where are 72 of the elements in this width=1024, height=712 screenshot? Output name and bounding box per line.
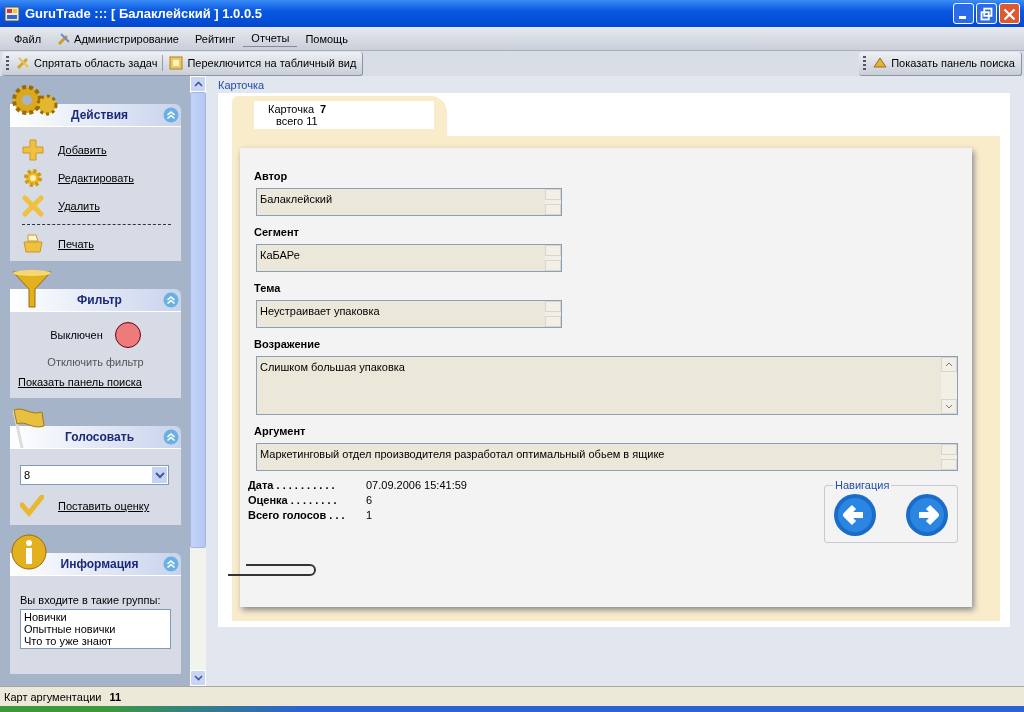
collapse-button[interactable] [163, 292, 179, 308]
toolbar-button[interactable]: Спрятать область задач [13, 53, 160, 73]
tools-icon [15, 55, 31, 71]
filter-status: Выключен [50, 329, 103, 341]
previous-button[interactable] [833, 493, 877, 537]
text-field[interactable]: Маркетинговый отдел производителя разработал оптимальный обьем в ящике [256, 443, 958, 471]
group-item: Опытные новички [24, 623, 117, 635]
rating-dropdown[interactable]: 8 [20, 465, 169, 485]
text-field[interactable]: КаБАРе [256, 244, 562, 272]
scroll-up-icon [193, 81, 203, 87]
toolbar-button[interactable]: Переключится на табличный вид [166, 53, 359, 73]
section-label: Карточка [218, 79, 266, 93]
stat-value: 07.09.2006 15:41:59 [366, 479, 467, 491]
navigation-label: Навигация [834, 479, 891, 491]
minimize-icon [959, 16, 966, 19]
scroll-down-icon [945, 404, 953, 409]
status-label: Карт аргументации [4, 690, 102, 703]
field-label: Автор [254, 170, 289, 182]
menu-item[interactable]: Рейтинг [186, 30, 244, 47]
minimize-button[interactable] [953, 3, 974, 24]
stat-value: 6 [366, 494, 373, 506]
stat-label: Всего голосов . . . [248, 509, 346, 521]
action-link[interactable]: Редактировать [58, 172, 134, 184]
card-total: всего 11 [275, 115, 319, 127]
stat-value: 1 [366, 509, 373, 521]
field-label: Возражение [254, 338, 322, 350]
scroll-up-icon [945, 362, 953, 367]
plus-icon [22, 139, 44, 161]
menu-item[interactable]: Администрирование [49, 29, 187, 48]
text-field[interactable]: Неустраивает упаковка [256, 300, 562, 328]
field-label: Аргумент [254, 425, 307, 437]
collapse-button[interactable] [163, 429, 179, 445]
status-count: 11 [109, 690, 122, 703]
search-panel-link[interactable]: Показать панель поиска [18, 376, 142, 388]
close-button[interactable] [999, 3, 1020, 24]
collapse-button[interactable] [163, 107, 179, 123]
group-item: Что то уже знают [24, 635, 113, 647]
rate-link[interactable]: Поставить оценку [58, 500, 150, 512]
action-link[interactable]: Удалить [58, 200, 100, 212]
panel-title: Действия [70, 108, 129, 122]
tools-icon [57, 31, 72, 46]
panel-title: Информация [60, 557, 139, 571]
cross-icon [22, 195, 44, 217]
field-label: Сегмент [254, 226, 300, 238]
card-number: 7 [320, 103, 327, 115]
menu-item[interactable]: Помощь [297, 30, 356, 47]
caret-icon [154, 471, 165, 479]
menu-item[interactable]: Отчеты [243, 30, 298, 47]
gear-icon [22, 167, 44, 189]
text-field[interactable]: Слишком большая упаковка [256, 356, 958, 415]
filter-toggle[interactable]: Отключить фильтр [47, 356, 144, 368]
text-field[interactable]: Балаклейский [256, 188, 562, 216]
next-button[interactable] [905, 493, 949, 537]
window-title: GuruTrade ::: [ Балаклейский ] 1.0.0.5 [25, 6, 262, 21]
app-icon [4, 5, 20, 22]
scrollbar[interactable] [190, 76, 206, 686]
field-label: Тема [254, 282, 282, 294]
collapse-button[interactable] [163, 556, 179, 572]
stat-label: Дата . . . . . . . . . . [248, 479, 336, 491]
card-label: Карточка [268, 103, 315, 115]
gears-icon [10, 84, 58, 118]
action-link[interactable]: Добавить [58, 144, 107, 156]
panel-title: Голосовать [65, 430, 134, 444]
stat-label: Оценка . . . . . . . . [248, 494, 338, 506]
action-link[interactable]: Печать [58, 238, 95, 250]
groups-caption: Вы входите в такие группы: [20, 594, 162, 606]
menu-item[interactable]: Файл [6, 30, 50, 47]
panel-title: Фильтр [77, 293, 122, 307]
restore-button[interactable] [976, 3, 997, 24]
scroll-down-icon [193, 675, 203, 681]
group-item: Новички [24, 611, 68, 623]
checkmark-icon [20, 495, 44, 517]
